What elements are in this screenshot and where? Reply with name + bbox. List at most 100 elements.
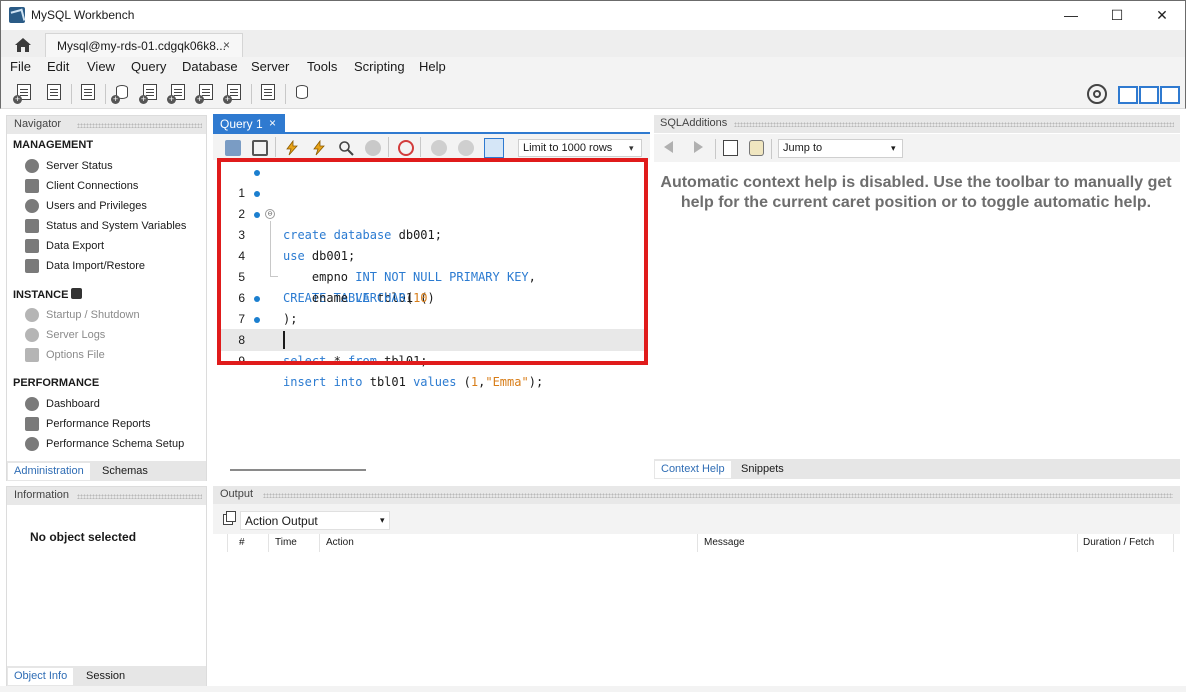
chevron-down-icon: ▾ xyxy=(629,143,634,153)
manual-help-icon[interactable] xyxy=(723,140,738,156)
menu-help[interactable]: Help xyxy=(419,59,446,74)
nav-item-options-file[interactable]: Options File xyxy=(25,346,105,364)
menu-query[interactable]: Query xyxy=(131,59,166,74)
nav-item-client-connections[interactable]: Client Connections xyxy=(25,177,138,195)
explain-magnifier-icon[interactable] xyxy=(338,140,354,156)
performance-section-title: PERFORMANCE xyxy=(13,377,100,389)
nav-item-performance-schema-setup[interactable]: Performance Schema Setup xyxy=(25,435,184,453)
open-file-icon[interactable] xyxy=(225,140,241,156)
window-title: MySQL Workbench xyxy=(31,8,135,22)
menu-view[interactable]: View xyxy=(87,59,115,74)
nav-item-users-privileges[interactable]: Users and Privileges xyxy=(25,197,147,215)
commit-icon[interactable] xyxy=(431,140,447,156)
menu-database[interactable]: Database xyxy=(182,59,238,74)
nav-item-data-import[interactable]: Data Import/Restore xyxy=(25,257,145,275)
create-procedure-button[interactable]: + xyxy=(195,82,217,104)
output-table: # Time Action Message Duration / Fetch xyxy=(213,534,1180,686)
tab-context-help[interactable]: Context Help xyxy=(655,461,731,478)
output-toolbar: Action Output ▾ xyxy=(213,504,1180,534)
tab-snippets[interactable]: Snippets xyxy=(735,461,790,478)
jump-to-select[interactable]: Jump to ▾ xyxy=(778,139,903,158)
stop-on-error-icon[interactable] xyxy=(398,140,414,156)
plus-icon: + xyxy=(139,94,148,104)
nav-item-label: Client Connections xyxy=(46,180,139,192)
jump-to-value: Jump to xyxy=(783,142,823,154)
execute-current-statement-icon[interactable] xyxy=(311,139,327,156)
save-icon[interactable] xyxy=(252,140,268,156)
close-window-button[interactable]: ✕ xyxy=(1139,0,1185,30)
maximize-button[interactable]: ☐ xyxy=(1094,0,1140,30)
nav-item-startup-shutdown[interactable]: Startup / Shutdown xyxy=(25,306,140,324)
user-icon xyxy=(25,199,39,213)
column-header-duration[interactable]: Duration / Fetch xyxy=(1078,534,1174,552)
highlight-annotation-box xyxy=(217,158,648,365)
open-sql-script-button[interactable] xyxy=(43,82,65,104)
nav-item-label: Status and System Variables xyxy=(46,220,187,232)
reconnect-button[interactable] xyxy=(291,82,313,104)
settings-gear-icon[interactable] xyxy=(1087,84,1107,104)
menu-server[interactable]: Server xyxy=(251,59,289,74)
auto-help-toggle-icon[interactable] xyxy=(749,140,764,156)
toggle-sidebar-button[interactable] xyxy=(1118,86,1138,104)
create-table-button[interactable]: + xyxy=(139,82,161,104)
create-view-button[interactable]: + xyxy=(167,82,189,104)
toggle-secondary-sidebar-button[interactable] xyxy=(1160,86,1180,104)
query-tab[interactable]: Query 1 × xyxy=(213,114,285,133)
rollback-icon[interactable] xyxy=(458,140,474,156)
column-header-index[interactable]: # xyxy=(227,534,269,552)
search-table-data-button[interactable] xyxy=(257,82,279,104)
connection-tab-close-icon[interactable]: × xyxy=(223,38,230,52)
autocommit-toggle-icon[interactable] xyxy=(484,138,504,158)
nav-item-data-export[interactable]: Data Export xyxy=(25,237,104,255)
menu-edit[interactable]: Edit xyxy=(47,59,69,74)
new-sql-tab-button[interactable]: + xyxy=(13,82,35,104)
tab-administration[interactable]: Administration xyxy=(8,463,90,480)
menu-file[interactable]: File xyxy=(10,59,31,74)
output-type-select[interactable]: Action Output ▾ xyxy=(240,511,390,530)
toolbar-separator xyxy=(420,137,421,157)
nav-item-status-variables[interactable]: Status and System Variables xyxy=(25,217,186,235)
warning-icon xyxy=(25,328,39,342)
sql-file-icon xyxy=(47,84,61,100)
menu-scripting[interactable]: Scripting xyxy=(354,59,405,74)
create-schema-button[interactable]: + xyxy=(111,82,133,104)
tab-schemas[interactable]: Schemas xyxy=(96,463,154,480)
tab-object-info[interactable]: Object Info xyxy=(8,668,74,685)
panel-grip xyxy=(263,493,1173,498)
home-icon xyxy=(15,38,31,52)
column-header-time[interactable]: Time xyxy=(269,534,320,552)
toggle-output-panel-button[interactable] xyxy=(1139,86,1159,104)
connection-tab[interactable]: Mysql@my-rds-01.cdgqk06k8... × xyxy=(45,33,243,57)
toolbar-separator xyxy=(71,84,72,104)
minimize-button[interactable]: — xyxy=(1048,0,1094,30)
tab-session[interactable]: Session xyxy=(80,668,131,685)
column-header-action[interactable]: Action xyxy=(320,534,698,552)
information-panel: Information No object selected Object In… xyxy=(6,486,207,686)
row-limit-select[interactable]: Limit to 1000 rows ▾ xyxy=(518,139,642,157)
forward-arrow-icon[interactable] xyxy=(694,141,703,153)
nav-item-performance-reports[interactable]: Performance Reports xyxy=(25,415,151,433)
copy-icon[interactable] xyxy=(223,511,236,525)
column-header-message[interactable]: Message xyxy=(698,534,1078,552)
home-tab[interactable] xyxy=(9,34,37,56)
scrollbar-thumb[interactable] xyxy=(230,469,366,471)
nav-item-server-logs[interactable]: Server Logs xyxy=(25,326,105,344)
instance-title-text: INSTANCE xyxy=(13,289,69,301)
output-header: Output xyxy=(213,486,1180,504)
create-function-button[interactable]: + xyxy=(223,82,245,104)
execute-lightning-icon[interactable] xyxy=(284,139,300,156)
title-bar xyxy=(0,0,1186,30)
inspector-button[interactable] xyxy=(77,82,99,104)
stop-icon[interactable] xyxy=(365,140,381,156)
menu-tools[interactable]: Tools xyxy=(307,59,337,74)
navigator-panel: Navigator MANAGEMENT Server Status Clien… xyxy=(6,115,207,481)
import-icon xyxy=(25,259,39,273)
nav-item-dashboard[interactable]: Dashboard xyxy=(25,395,100,413)
code-text: insert into tbl01 values (1,"Emma"); xyxy=(283,375,544,389)
query-tab-close-icon[interactable]: × xyxy=(269,116,276,130)
editor-horizontal-scrollbar[interactable] xyxy=(213,464,650,480)
nav-item-label: Server Status xyxy=(46,160,113,172)
connections-icon xyxy=(25,179,39,193)
back-arrow-icon[interactable] xyxy=(664,141,673,153)
nav-item-server-status[interactable]: Server Status xyxy=(25,157,113,175)
